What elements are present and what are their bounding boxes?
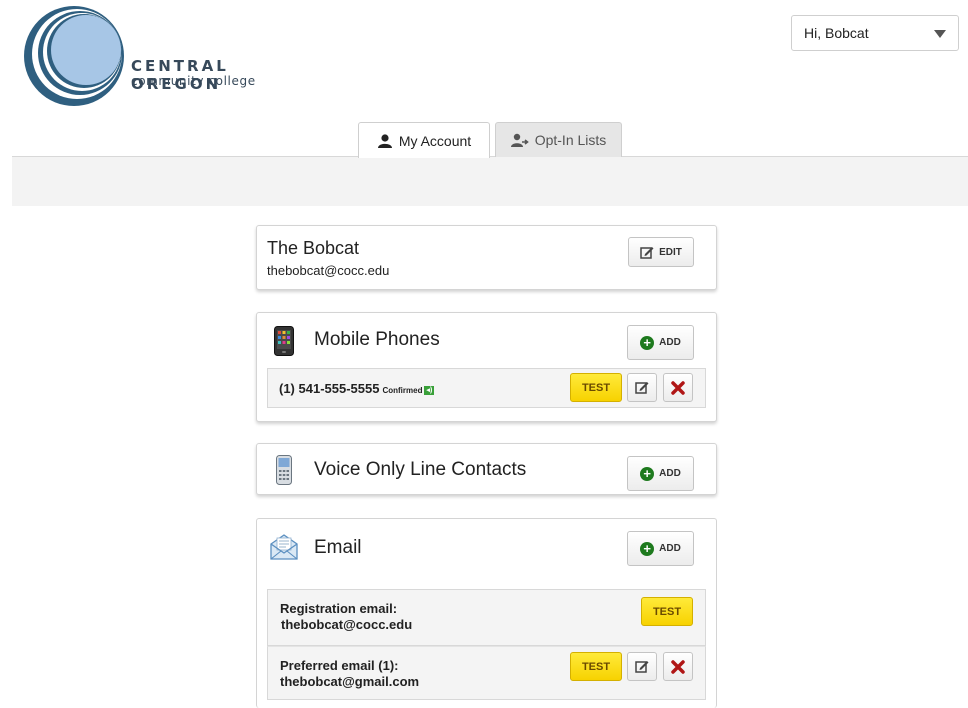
college-logo: CENTRAL OREGON community college xyxy=(14,6,324,106)
plus-icon: + xyxy=(640,541,655,556)
edit-icon xyxy=(635,661,649,673)
add-label: ADD xyxy=(659,468,681,479)
email-card: Email + ADD Registration email: thebobca… xyxy=(256,518,717,708)
user-arrow-icon xyxy=(510,133,529,147)
add-voice-contact-button[interactable]: + ADD xyxy=(627,456,694,491)
test-phone-button[interactable]: TEST xyxy=(570,373,622,402)
test-label: TEST xyxy=(652,605,682,618)
delete-phone-button[interactable] xyxy=(663,373,693,402)
plus-icon: + xyxy=(640,466,655,481)
speaker-icon: ◂) xyxy=(424,386,435,395)
plus-icon: + xyxy=(640,335,655,350)
voice-only-title: Voice Only Line Contacts xyxy=(314,459,527,480)
phone-row: (1) 541-555-5555 Confirmed ◂) TEST xyxy=(267,368,706,408)
preferred-email-label: Preferred email (1): xyxy=(280,658,399,673)
profile-email: thebobcat@cocc.edu xyxy=(267,263,390,278)
edit-icon xyxy=(640,246,654,259)
email-row-preferred: Preferred email (1): thebobcat@gmail.com… xyxy=(267,646,706,700)
profile-card: The Bobcat thebobcat@cocc.edu EDIT xyxy=(256,225,717,290)
logo-circles-icon xyxy=(24,6,124,106)
envelope-icon xyxy=(270,534,298,560)
phone-status: Confirmed xyxy=(382,386,423,395)
delete-email-button[interactable] xyxy=(663,652,693,681)
voice-only-card: Voice Only Line Contacts + ADD xyxy=(256,443,717,495)
header-band xyxy=(12,157,968,206)
email-title: Email xyxy=(314,537,362,558)
test-preferred-email-button[interactable]: TEST xyxy=(570,652,622,681)
test-label: TEST xyxy=(581,381,611,394)
mobile-phones-card: Mobile Phones + ADD (1) 541-555-5555 Conf… xyxy=(256,312,717,422)
user-menu-label: Hi, Bobcat xyxy=(804,25,869,41)
test-registration-email-button[interactable]: TEST xyxy=(641,597,693,626)
edit-email-button[interactable] xyxy=(627,652,657,681)
delete-x-icon xyxy=(671,659,685,674)
preferred-email-value: thebobcat@gmail.com xyxy=(280,674,420,689)
email-row-registration: Registration email: thebobcat@cocc.edu T… xyxy=(267,589,706,646)
user-icon xyxy=(377,133,392,148)
logo-subtitle: community college xyxy=(131,74,256,88)
user-menu-dropdown[interactable]: Hi, Bobcat xyxy=(791,15,959,51)
add-mobile-phone-button[interactable]: + ADD xyxy=(627,325,694,360)
edit-icon xyxy=(635,382,649,394)
chevron-down-icon xyxy=(934,30,946,38)
delete-x-icon xyxy=(671,380,685,395)
profile-name: The Bobcat xyxy=(267,238,360,258)
edit-profile-button[interactable]: EDIT xyxy=(628,237,694,267)
smartphone-icon xyxy=(274,326,294,356)
edit-label: EDIT xyxy=(659,246,682,258)
add-label: ADD xyxy=(659,337,681,348)
cell-phone-icon xyxy=(276,455,292,485)
tab-opt-in-lists-label: Opt-In Lists xyxy=(534,132,607,148)
test-label: TEST xyxy=(581,660,611,673)
tab-my-account[interactable]: My Account xyxy=(358,122,490,158)
edit-phone-button[interactable] xyxy=(627,373,657,402)
add-label: ADD xyxy=(659,543,681,554)
phone-number: (1) 541-555-5555 Confirmed ◂) xyxy=(279,381,435,396)
tab-opt-in-lists[interactable]: Opt-In Lists xyxy=(495,122,622,157)
registration-email-label: Registration email: xyxy=(280,601,398,616)
registration-email-value: thebobcat@cocc.edu xyxy=(281,617,413,632)
mobile-phones-title: Mobile Phones xyxy=(314,329,440,350)
add-email-button[interactable]: + ADD xyxy=(627,531,694,566)
phone-number-text: (1) 541-555-5555 xyxy=(279,381,380,396)
tab-my-account-label: My Account xyxy=(398,132,472,149)
